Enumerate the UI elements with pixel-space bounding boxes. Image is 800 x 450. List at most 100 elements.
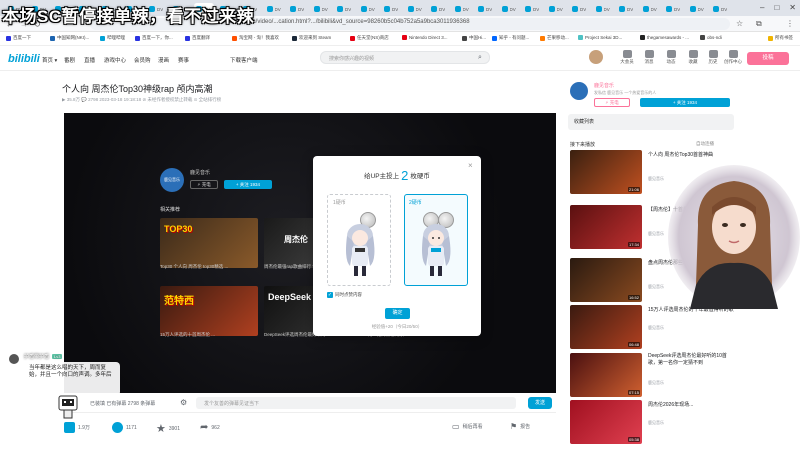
rec-card-title[interactable]: 15万人评选的十首周杰伦 ...: [160, 332, 260, 338]
coin-button[interactable]: 1171: [112, 422, 137, 433]
bookmark-item[interactable]: 芒果移动...: [540, 35, 569, 41]
browser-tab[interactable]: DV: [335, 3, 355, 15]
bookmark-item[interactable]: 任天堂(NS)商店: [350, 35, 389, 41]
browser-tab[interactable]: DV: [453, 3, 473, 15]
up-name[interactable]: 鹿见音乐: [594, 82, 614, 89]
follow-button[interactable]: + 关注 1934: [640, 98, 730, 107]
endscreen-charge-button[interactable]: ⚡ 充电: [190, 180, 218, 189]
browser-tab[interactable]: DV: [570, 3, 590, 15]
browser-tab[interactable]: DV: [500, 3, 520, 15]
browser-tab[interactable]: DV: [359, 3, 379, 15]
browser-tab[interactable]: DV: [406, 3, 426, 15]
menu-icon[interactable]: ⋮: [786, 19, 794, 28]
bookmark-item[interactable]: 中国Hi...: [462, 35, 486, 41]
sidebar-thumb[interactable]: 21:06: [570, 150, 642, 194]
nav-home[interactable]: 首页 ▾: [42, 56, 57, 64]
nav-download-client[interactable]: 下载客户端: [230, 56, 258, 64]
header-messages[interactable]: 消息: [638, 50, 660, 65]
browser-tab[interactable]: DV: [288, 3, 308, 15]
send-danmaku-button[interactable]: 发送: [528, 397, 552, 409]
endscreen-channel-avatar[interactable]: 鹿见音乐: [160, 168, 184, 192]
header-dynamics[interactable]: 动态: [660, 50, 682, 65]
browser-tab[interactable]: DV: [617, 3, 637, 15]
sidebar-thumb[interactable]: 07:15: [570, 353, 642, 397]
rec-card[interactable]: TOP30: [160, 218, 258, 268]
nav-esports[interactable]: 赛事: [178, 56, 189, 64]
browser-tab[interactable]: DV: [476, 3, 496, 15]
endscreen-channel-name[interactable]: 鹿见音乐: [190, 169, 210, 176]
search-icon[interactable]: ⌕: [478, 54, 482, 62]
report-button[interactable]: ⚑ 报告: [510, 422, 530, 431]
nav-manga[interactable]: 漫画: [158, 56, 169, 64]
charge-button[interactable]: ⚡ 充电: [594, 98, 630, 107]
sidebar-thumb[interactable]: 16:52: [570, 258, 642, 302]
browser-tab[interactable]: DV: [688, 3, 708, 15]
nav-anime[interactable]: 番剧: [64, 56, 75, 64]
rec-card-title[interactable]: Top30 个人向 周杰伦 top30精选 ...: [160, 264, 260, 270]
bookmark-item[interactable]: 所有书签: [768, 35, 793, 41]
bookmark-item[interactable]: 哔哩哔哩: [100, 35, 125, 41]
header-vip[interactable]: 大会员: [616, 50, 638, 65]
like-too-checkbox[interactable]: ✓ 同时点赞内容: [327, 292, 362, 298]
browser-tab[interactable]: DV: [641, 3, 661, 15]
minimize-icon[interactable]: –: [760, 3, 764, 12]
playlist-dropdown[interactable]: 收藏列表: [568, 114, 734, 130]
bookmark-item[interactable]: 知乎 - 有问题...: [492, 35, 529, 41]
bookmark-item[interactable]: obs-ndi: [700, 35, 722, 40]
endscreen-follow-button[interactable]: + 关注 1934: [224, 180, 272, 189]
sidebar-thumb[interactable]: 05:38: [570, 400, 642, 444]
bookmark-item[interactable]: thegamesawards - ...: [640, 35, 689, 40]
like-button[interactable]: 1.9万: [64, 422, 90, 433]
autoplay-toggle[interactable]: 自动连播: [696, 141, 714, 147]
close-window-icon[interactable]: ✕: [789, 3, 796, 12]
bilibili-logo[interactable]: bilibili: [8, 53, 40, 65]
bookmark-item[interactable]: 百度翻译: [185, 35, 210, 41]
browser-tab[interactable]: DV: [711, 3, 731, 15]
header-favorites[interactable]: 收藏: [682, 50, 704, 65]
browser-tab[interactable]: DV: [523, 3, 543, 15]
url-text[interactable]: bilibili.com/video/...cation.html?.../bi…: [228, 19, 470, 25]
sidebar-thumb[interactable]: 06:48: [570, 305, 642, 349]
bookmark-item[interactable]: Project Sekai 3D...: [578, 35, 622, 40]
header-creator[interactable]: 创作中心: [722, 50, 744, 65]
sidebar-video-title[interactable]: DeepSeek评选周杰伦最好听的10首歌，第一名你一定猜不到: [648, 353, 734, 367]
nav-game-center[interactable]: 游戏中心: [104, 56, 126, 64]
share-button[interactable]: ➦ 962: [200, 422, 220, 433]
browser-tab[interactable]: DV: [664, 3, 684, 15]
browser-tab[interactable]: DV: [382, 3, 402, 15]
favorite-button[interactable]: ★ 3901: [156, 422, 180, 435]
report-label: 报告: [520, 424, 531, 430]
sidebar-video-title[interactable]: 周杰伦2026年现场...: [648, 402, 734, 409]
sidebar-video-title[interactable]: 个人向 周杰伦Top30首首神曲: [648, 152, 734, 159]
bookmark-star-icon[interactable]: ☆: [736, 19, 743, 28]
bookmark-item[interactable]: 中国知网(NKI)...: [50, 35, 89, 41]
nav-mall[interactable]: 会员购: [134, 56, 151, 64]
watch-later-button[interactable]: ▭ 稍后再看: [452, 422, 483, 431]
nav-live[interactable]: 直播: [84, 56, 95, 64]
bookmark-item[interactable]: 百度一下: [6, 35, 31, 41]
danmaku-input[interactable]: 发个友善的弹幕见证当下: [196, 397, 516, 409]
browser-tab[interactable]: DV: [547, 3, 567, 15]
bookmark-item[interactable]: 百度一下，你...: [135, 35, 173, 41]
up-avatar[interactable]: [570, 82, 588, 100]
sidebar-thumb[interactable]: 17:34: [570, 205, 642, 249]
rec-card[interactable]: 范特西: [160, 286, 258, 336]
user-avatar[interactable]: [589, 50, 603, 64]
extensions-icon[interactable]: ⧉: [756, 19, 762, 29]
browser-tab[interactable]: DV: [312, 3, 332, 15]
site-search-input[interactable]: 搜索你感兴趣的视频: [320, 51, 490, 64]
bookmark-item[interactable]: 欢迎来到 Steam: [292, 35, 331, 41]
header-history[interactable]: 历史: [702, 50, 724, 65]
browser-tab[interactable]: DV: [429, 3, 449, 15]
browser-tab[interactable]: DV: [265, 3, 285, 15]
coin-mascot-1: [346, 224, 375, 276]
maximize-icon[interactable]: □: [774, 3, 779, 12]
danmaku-settings-icon[interactable]: ⚙: [180, 398, 187, 407]
tab-favicon-icon: [454, 6, 461, 12]
video-meta: ▶ 35.8万 💬 2798 2023-03-18 19:18:18 ⊘ 未经作…: [62, 97, 222, 102]
confirm-coin-button[interactable]: 确定: [385, 308, 410, 319]
upload-button[interactable]: 投稿: [747, 52, 789, 65]
browser-tab[interactable]: DV: [594, 3, 614, 15]
bookmark-item[interactable]: Nintendo Direct 3...: [402, 35, 448, 40]
bookmark-item[interactable]: 淘宝网 - 淘！我喜欢: [232, 35, 279, 41]
